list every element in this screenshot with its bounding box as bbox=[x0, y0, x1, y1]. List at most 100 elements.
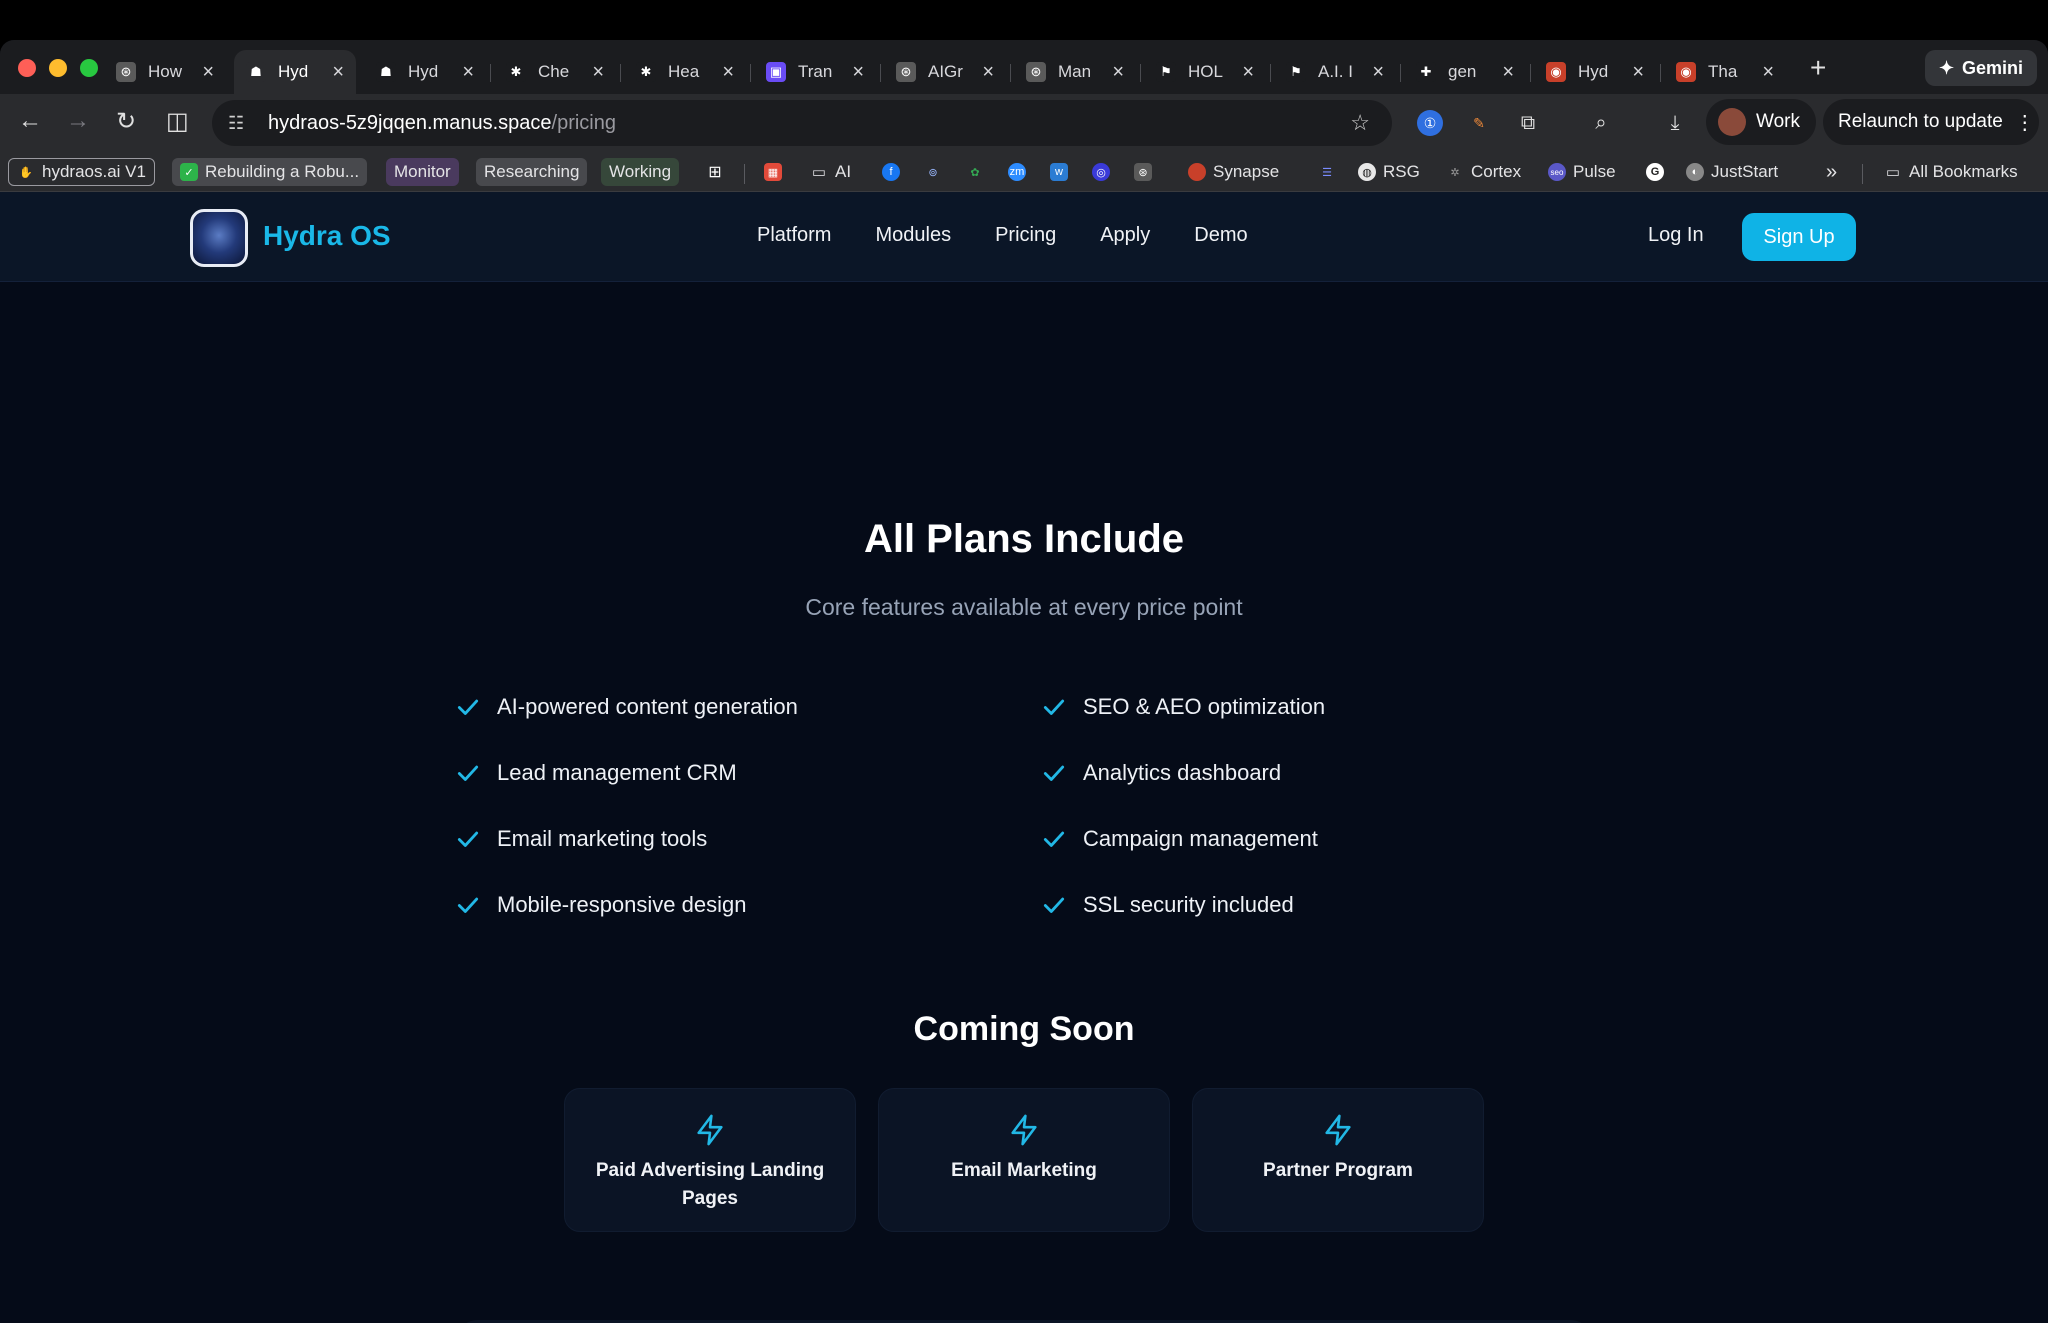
bookmark-juststart[interactable]: ◐ JustStart bbox=[1678, 158, 1786, 186]
url-text[interactable]: hydraos-5z9jqqen.manus.space/pricing bbox=[268, 112, 616, 135]
check-icon bbox=[1041, 760, 1067, 786]
tab-strip: ⊛ How × ☗ Hyd × ☗ Hyd × ✱ Che × ✱ Hea × ▣ Tran × ⊛ AIGr × ⊛ Ma… bbox=[0, 40, 2048, 94]
check-icon bbox=[455, 826, 481, 852]
rss-icon[interactable]: ☰ bbox=[1310, 158, 1344, 186]
tab-6[interactable]: ⊛ AIGr × bbox=[884, 50, 1006, 94]
tab-4[interactable]: ✱ Hea × bbox=[624, 50, 746, 94]
flag-icon: ⚑ bbox=[1286, 62, 1306, 82]
coming-soon-card: Partner Program bbox=[1192, 1088, 1484, 1232]
tab-11[interactable]: ◉ Hyd × bbox=[1534, 50, 1656, 94]
photos-icon[interactable]: ✿ bbox=[958, 158, 992, 186]
login-link[interactable]: Log In bbox=[1648, 224, 1704, 247]
apps-grid-icon[interactable]: ⊞ bbox=[698, 158, 732, 186]
bookmark-rsg[interactable]: ◍ RSG bbox=[1350, 158, 1428, 186]
browser-toolbar: ← → ↻ ◫ ☷ hydraos-5z9jqqen.manus.space/p… bbox=[0, 94, 2048, 152]
close-tab-icon[interactable]: × bbox=[462, 61, 474, 84]
site-info-icon[interactable]: ☷ bbox=[228, 113, 254, 134]
forward-arrow-icon[interactable]: → bbox=[66, 107, 90, 135]
section-subtitle: Core features available at every price p… bbox=[805, 594, 1243, 620]
hydra-logo-icon[interactable] bbox=[190, 209, 248, 267]
bookmark-synapse[interactable]: Synapse bbox=[1180, 158, 1287, 186]
maximize-window-button[interactable] bbox=[80, 59, 98, 77]
close-tab-icon[interactable]: × bbox=[1242, 61, 1254, 84]
tab-1[interactable]: ☗ Hyd × bbox=[234, 50, 356, 94]
bookmark-all[interactable]: ▭ All Bookmarks bbox=[1876, 158, 2026, 186]
gemini-button[interactable]: ✦ Gemini bbox=[1925, 50, 2037, 86]
cortex-icon: ✲ bbox=[1450, 166, 1460, 179]
bookmark-hydraos[interactable]: ✋ hydraos.ai V1 bbox=[8, 158, 155, 186]
close-tab-icon[interactable]: × bbox=[1632, 61, 1644, 84]
chatgpt-bookmark-icon[interactable]: ⊛ bbox=[1126, 158, 1160, 186]
bookmark-pulse[interactable]: seo Pulse bbox=[1540, 158, 1624, 186]
close-tab-icon[interactable]: × bbox=[1502, 61, 1514, 84]
site-header: Hydra OS Platform Modules Pricing Apply … bbox=[0, 192, 2048, 282]
tab-8[interactable]: ⚑ HOL × bbox=[1144, 50, 1266, 94]
bookmark-ai-folder[interactable]: ▭ AI bbox=[802, 158, 859, 186]
bookmark-cortex[interactable]: ✲ Cortex bbox=[1438, 158, 1529, 186]
download-icon[interactable]: ⤓ bbox=[1662, 110, 1688, 136]
folder-icon: ▭ bbox=[811, 164, 827, 181]
pen-extension-icon[interactable]: ✎ bbox=[1466, 110, 1492, 136]
profile-button[interactable]: Work bbox=[1706, 99, 1816, 145]
minimize-window-button[interactable] bbox=[49, 59, 67, 77]
new-tab-button[interactable]: + bbox=[1810, 52, 1826, 84]
relaunch-button[interactable]: Relaunch to update ⋮ bbox=[1823, 99, 2039, 145]
bookmark-star-icon[interactable]: ☆ bbox=[1350, 110, 1370, 136]
nav-modules[interactable]: Modules bbox=[875, 224, 951, 247]
menu-dots-icon[interactable]: ⋮ bbox=[2015, 110, 2035, 135]
tab-9[interactable]: ⚑ A.I. I × bbox=[1274, 50, 1396, 94]
close-tab-icon[interactable]: × bbox=[1112, 61, 1124, 84]
more-bookmarks-icon[interactable]: » bbox=[1818, 158, 1845, 186]
synapse-icon bbox=[1188, 163, 1206, 181]
word-icon[interactable]: w bbox=[1042, 158, 1076, 186]
close-tab-icon[interactable]: × bbox=[592, 61, 604, 84]
close-tab-icon[interactable]: × bbox=[332, 61, 344, 84]
bookmark-working[interactable]: Working bbox=[601, 158, 680, 186]
bookmark-monitor[interactable]: Monitor bbox=[386, 158, 459, 186]
circle-app-icon[interactable]: ◎ bbox=[1084, 158, 1118, 186]
zoom-icon[interactable]: zm bbox=[1000, 158, 1034, 186]
facebook-icon[interactable]: f bbox=[874, 158, 908, 186]
browser-window: ⊛ How × ☗ Hyd × ☗ Hyd × ✱ Che × ✱ Hea × ▣ Tran × ⊛ AIGr × ⊛ Ma… bbox=[0, 40, 2048, 1323]
close-tab-icon[interactable]: × bbox=[202, 61, 214, 84]
extensions-puzzle-icon[interactable]: ⧉ bbox=[1515, 110, 1541, 136]
tab-2[interactable]: ☗ Hyd × bbox=[364, 50, 486, 94]
address-bar[interactable]: ☷ hydraos-5z9jqqen.manus.space/pricing ☆ bbox=[212, 100, 1392, 146]
close-tab-icon[interactable]: × bbox=[1762, 61, 1774, 84]
nav-demo[interactable]: Demo bbox=[1194, 224, 1247, 247]
tab-3[interactable]: ✱ Che × bbox=[494, 50, 616, 94]
calendar-icon[interactable]: ▦ bbox=[756, 158, 790, 186]
close-window-button[interactable] bbox=[18, 59, 36, 77]
feature-label: Analytics dashboard bbox=[1083, 760, 1282, 785]
close-tab-icon[interactable]: × bbox=[982, 61, 994, 84]
tab-10[interactable]: ✚ gen × bbox=[1404, 50, 1526, 94]
tab-7[interactable]: ⊛ Man × bbox=[1014, 50, 1136, 94]
nav-apply[interactable]: Apply bbox=[1100, 224, 1150, 247]
close-tab-icon[interactable]: × bbox=[1372, 61, 1384, 84]
tab-0[interactable]: ⊛ How × bbox=[104, 50, 226, 94]
feature-label: Campaign management bbox=[1083, 826, 1318, 851]
close-tab-icon[interactable]: × bbox=[722, 61, 734, 84]
back-arrow-icon[interactable]: ← bbox=[18, 107, 42, 135]
signup-button[interactable]: Sign Up bbox=[1742, 213, 1856, 261]
manus-icon: ☗ bbox=[246, 62, 266, 82]
nav-platform[interactable]: Platform bbox=[757, 224, 831, 247]
bookmark-rebuilding[interactable]: ✓ Rebuilding a Robu... bbox=[172, 158, 368, 186]
tab-5[interactable]: ▣ Tran × bbox=[754, 50, 876, 94]
openai-icon[interactable]: ⊚ bbox=[916, 158, 950, 186]
reload-icon[interactable]: ↻ bbox=[116, 107, 136, 136]
google-icon[interactable]: G bbox=[1638, 158, 1672, 186]
card-title: Partner Program bbox=[1263, 1160, 1413, 1181]
section-title: All Plans Include bbox=[863, 517, 1185, 561]
close-tab-icon[interactable]: × bbox=[852, 61, 864, 84]
password-manager-icon[interactable]: ① bbox=[1417, 110, 1443, 136]
bookmark-researching[interactable]: Researching bbox=[476, 158, 588, 186]
tab-title: Hyd bbox=[408, 62, 439, 81]
split-view-icon[interactable]: ◫ bbox=[166, 107, 189, 136]
tab-12[interactable]: ◉ Tha × bbox=[1664, 50, 1786, 94]
tab-title: A.I. I bbox=[1318, 62, 1353, 81]
nav-pricing[interactable]: Pricing bbox=[995, 224, 1056, 247]
search-tab-icon[interactable]: ⌕ bbox=[1588, 110, 1614, 136]
red-orb-icon: ◉ bbox=[1546, 62, 1566, 82]
brand-name[interactable]: Hydra OS bbox=[263, 220, 391, 252]
